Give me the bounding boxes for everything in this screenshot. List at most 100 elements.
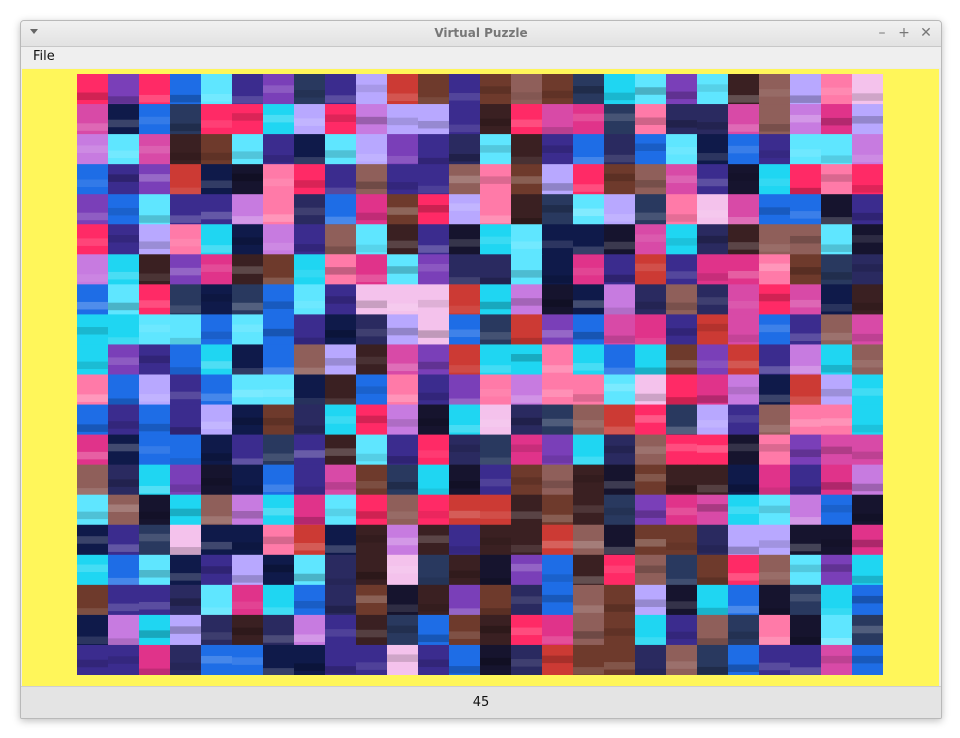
puzzle-tile[interactable] bbox=[294, 524, 326, 556]
puzzle-tile[interactable] bbox=[108, 104, 140, 135]
puzzle-tile[interactable] bbox=[356, 494, 388, 526]
puzzle-tile[interactable] bbox=[542, 314, 574, 345]
puzzle-tile[interactable] bbox=[201, 404, 233, 436]
puzzle-tile[interactable] bbox=[449, 494, 481, 526]
puzzle-tile[interactable] bbox=[77, 284, 109, 315]
puzzle-tile[interactable] bbox=[790, 194, 822, 225]
puzzle-tile[interactable] bbox=[77, 164, 109, 195]
puzzle-tile[interactable] bbox=[418, 494, 450, 526]
puzzle-tile[interactable] bbox=[294, 254, 326, 285]
puzzle-tile[interactable] bbox=[201, 164, 233, 195]
puzzle-tile[interactable] bbox=[418, 104, 450, 135]
puzzle-tile[interactable] bbox=[666, 584, 698, 616]
puzzle-tile[interactable] bbox=[325, 464, 357, 496]
puzzle-tile[interactable] bbox=[294, 434, 326, 466]
puzzle-tile[interactable] bbox=[697, 344, 729, 375]
puzzle-tile[interactable] bbox=[604, 464, 636, 496]
puzzle-tile[interactable] bbox=[542, 224, 574, 255]
puzzle-tile[interactable] bbox=[139, 494, 171, 526]
puzzle-tile[interactable] bbox=[139, 284, 171, 315]
puzzle-board[interactable] bbox=[77, 74, 883, 675]
puzzle-tile[interactable] bbox=[232, 134, 264, 165]
puzzle-tile[interactable] bbox=[759, 554, 791, 586]
puzzle-tile[interactable] bbox=[666, 104, 698, 135]
puzzle-tile[interactable] bbox=[759, 644, 791, 675]
puzzle-tile[interactable] bbox=[418, 434, 450, 466]
puzzle-tile[interactable] bbox=[604, 224, 636, 255]
puzzle-tile[interactable] bbox=[728, 224, 760, 255]
puzzle-tile[interactable] bbox=[852, 434, 883, 466]
puzzle-tile[interactable] bbox=[821, 314, 853, 345]
puzzle-tile[interactable] bbox=[232, 584, 264, 616]
puzzle-tile[interactable] bbox=[480, 314, 512, 345]
puzzle-tile[interactable] bbox=[387, 164, 419, 195]
puzzle-tile[interactable] bbox=[573, 524, 605, 556]
puzzle-tile[interactable] bbox=[139, 224, 171, 255]
close-icon[interactable]: ✕ bbox=[917, 24, 935, 42]
puzzle-tile[interactable] bbox=[728, 254, 760, 285]
puzzle-tile[interactable] bbox=[542, 464, 574, 496]
puzzle-tile[interactable] bbox=[573, 314, 605, 345]
puzzle-tile[interactable] bbox=[697, 194, 729, 225]
puzzle-tile[interactable] bbox=[573, 614, 605, 646]
puzzle-tile[interactable] bbox=[449, 464, 481, 496]
puzzle-tile[interactable] bbox=[201, 524, 233, 556]
puzzle-tile[interactable] bbox=[201, 344, 233, 375]
puzzle-tile[interactable] bbox=[387, 224, 419, 255]
puzzle-tile[interactable] bbox=[325, 314, 357, 345]
puzzle-tile[interactable] bbox=[418, 374, 450, 406]
puzzle-tile[interactable] bbox=[852, 344, 883, 375]
puzzle-tile[interactable] bbox=[542, 524, 574, 556]
puzzle-tile[interactable] bbox=[635, 164, 667, 195]
puzzle-tile[interactable] bbox=[604, 644, 636, 675]
file-menu[interactable]: File bbox=[31, 48, 57, 65]
puzzle-tile[interactable] bbox=[480, 284, 512, 315]
puzzle-tile[interactable] bbox=[356, 164, 388, 195]
puzzle-tile[interactable] bbox=[511, 494, 543, 526]
puzzle-tile[interactable] bbox=[697, 404, 729, 436]
puzzle-tile[interactable] bbox=[635, 284, 667, 315]
puzzle-tile[interactable] bbox=[294, 74, 326, 105]
puzzle-tile[interactable] bbox=[139, 614, 171, 646]
puzzle-tile[interactable] bbox=[356, 644, 388, 675]
puzzle-tile[interactable] bbox=[77, 494, 109, 526]
puzzle-tile[interactable] bbox=[108, 134, 140, 165]
puzzle-tile[interactable] bbox=[449, 554, 481, 586]
puzzle-tile[interactable] bbox=[418, 284, 450, 315]
puzzle-tile[interactable] bbox=[108, 254, 140, 285]
puzzle-tile[interactable] bbox=[573, 284, 605, 315]
puzzle-tile[interactable] bbox=[666, 254, 698, 285]
puzzle-tile[interactable] bbox=[666, 644, 698, 675]
puzzle-tile[interactable] bbox=[728, 614, 760, 646]
puzzle-tile[interactable] bbox=[697, 104, 729, 135]
puzzle-tile[interactable] bbox=[387, 494, 419, 526]
puzzle-tile[interactable] bbox=[294, 164, 326, 195]
puzzle-tile[interactable] bbox=[821, 464, 853, 496]
puzzle-tile[interactable] bbox=[635, 494, 667, 526]
puzzle-tile[interactable] bbox=[139, 584, 171, 616]
puzzle-tile[interactable] bbox=[77, 434, 109, 466]
puzzle-tile[interactable] bbox=[232, 284, 264, 315]
puzzle-tile[interactable] bbox=[201, 314, 233, 345]
puzzle-tile[interactable] bbox=[666, 614, 698, 646]
puzzle-tile[interactable] bbox=[170, 374, 202, 406]
puzzle-tile[interactable] bbox=[294, 284, 326, 315]
minimize-icon[interactable]: – bbox=[873, 24, 891, 42]
puzzle-tile[interactable] bbox=[511, 74, 543, 105]
puzzle-tile[interactable] bbox=[201, 104, 233, 135]
puzzle-tile[interactable] bbox=[449, 614, 481, 646]
puzzle-tile[interactable] bbox=[356, 464, 388, 496]
puzzle-tile[interactable] bbox=[511, 104, 543, 135]
puzzle-tile[interactable] bbox=[325, 134, 357, 165]
puzzle-tile[interactable] bbox=[170, 644, 202, 675]
puzzle-tile[interactable] bbox=[232, 494, 264, 526]
puzzle-tile[interactable] bbox=[108, 284, 140, 315]
puzzle-tile[interactable] bbox=[108, 404, 140, 436]
puzzle-tile[interactable] bbox=[759, 134, 791, 165]
puzzle-tile[interactable] bbox=[418, 314, 450, 345]
puzzle-tile[interactable] bbox=[666, 524, 698, 556]
puzzle-tile[interactable] bbox=[232, 524, 264, 556]
puzzle-tile[interactable] bbox=[170, 554, 202, 586]
puzzle-tile[interactable] bbox=[821, 254, 853, 285]
puzzle-tile[interactable] bbox=[542, 74, 574, 105]
